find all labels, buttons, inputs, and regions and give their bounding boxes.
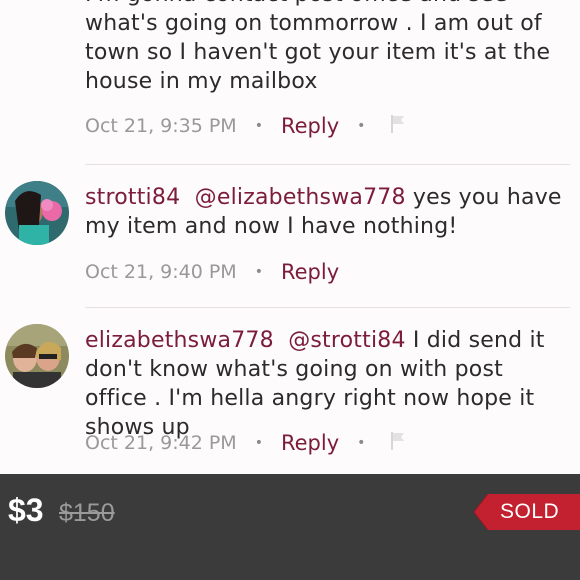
comment-meta: Oct 21, 9:40 PM • Reply [85,257,339,287]
flag-icon[interactable] [389,431,407,456]
separator-dot: • [357,435,366,451]
separator-dot: • [357,118,366,134]
separator-dot: • [254,435,263,451]
current-price: $3 [8,492,44,528]
comment-timestamp: Oct 21, 9:42 PM [85,432,237,454]
comment-divider [85,164,570,165]
comment-mention[interactable]: @strotti84 [288,328,405,353]
comment-text: I'm gonna contact post office and see wh… [85,0,551,94]
comment-meta: Oct 21, 9:42 PM • Reply • [85,428,407,458]
comment-divider [85,307,570,308]
comment-timestamp: Oct 21, 9:40 PM [85,261,237,283]
comment-timestamp: Oct 21, 9:35 PM [85,115,237,137]
reply-button[interactable]: Reply [281,431,339,455]
listing-comments-screen: I'm gonna contact post office and see wh… [0,0,580,580]
avatar[interactable] [5,181,69,245]
sold-label: SOLD [500,500,560,523]
reply-button[interactable]: Reply [281,114,339,138]
sold-badge: SOLD [474,494,580,530]
comment-username[interactable]: strotti84 [85,185,180,210]
comment-meta: Oct 21, 9:35 PM • Reply • [85,111,407,141]
avatar[interactable] [5,324,69,388]
reply-button[interactable]: Reply [281,260,339,284]
comment-text: elizabethswa778 @strotti84 I did send it… [85,326,565,442]
separator-dot: • [254,118,263,134]
original-price: $150 [59,499,115,527]
price-footer: $3 $150 SOLD [0,474,580,580]
comment-list[interactable]: I'm gonna contact post office and see wh… [0,0,580,474]
flag-icon[interactable] [389,114,407,139]
separator-dot: • [254,264,263,280]
comment-mention[interactable]: @elizabethswa778 [195,185,406,210]
comment-text: strotti84 @elizabethswa778 yes you have … [85,183,565,241]
comment-username[interactable]: elizabethswa778 [85,328,274,353]
